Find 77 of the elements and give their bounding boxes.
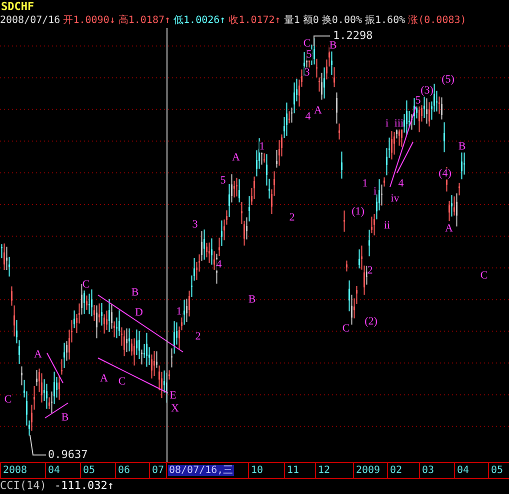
axis-label: 05 — [490, 465, 504, 476]
wave-label: ii — [384, 220, 390, 232]
indicator-name: CCI(14) — [0, 479, 46, 493]
wave-label: (2) — [364, 316, 378, 328]
wave-label: iv — [390, 194, 400, 204]
wave-label: A — [314, 106, 322, 116]
wave-label: 4 — [398, 178, 404, 190]
wave-label: 3 — [192, 220, 198, 230]
indicator-value: -111.032↑ — [54, 479, 114, 493]
axis-label: 02 — [389, 465, 404, 476]
axis-label: 2008 — [2, 465, 28, 476]
wave-label: B — [61, 412, 69, 424]
axis-label: 12 — [317, 465, 332, 476]
wave-label: D — [135, 308, 143, 318]
wave-label: 5 — [415, 96, 421, 106]
axis-label: 11 — [286, 465, 300, 476]
wave-label: (4) — [438, 168, 452, 180]
wave-label: C — [4, 394, 12, 406]
trend-line — [98, 358, 168, 394]
axis-label: 03 — [421, 465, 436, 476]
quote-value: 低1.0026↑ — [174, 14, 226, 28]
symbol-label: SDCHF — [0, 0, 36, 13]
wave-label: E — [170, 390, 176, 402]
wave-label: (1) — [352, 206, 364, 218]
axis-label: 10 — [250, 465, 264, 476]
quote-value: 高1.0187↑ — [118, 14, 171, 28]
leader-line — [30, 434, 46, 456]
wave-label: 4 — [216, 260, 222, 270]
quote-value: 额0 — [302, 14, 319, 28]
quote-value: 收1.0172↑ — [228, 14, 281, 28]
axis-label: 06 — [117, 465, 132, 476]
date-label: 2008/07/16 — [0, 14, 60, 28]
wave-label: B — [131, 288, 139, 298]
axis-label: 07 — [151, 465, 166, 476]
wave-label: B — [329, 40, 337, 52]
wave-label: B — [248, 294, 256, 306]
quote-value: 量1 — [284, 14, 300, 28]
quote-value: 开1.0090↓ — [63, 14, 116, 28]
wave-label: A — [445, 224, 453, 234]
wave-label: C — [118, 376, 126, 388]
wave-label: 4 — [305, 112, 311, 122]
quote-value: 换0.00% — [322, 14, 362, 28]
axis-label: 2009 — [355, 465, 382, 476]
wave-label: A — [232, 152, 240, 164]
wave-label: 2 — [367, 266, 373, 276]
wave-label: 3 — [304, 68, 310, 78]
wave-label: i — [373, 186, 377, 198]
trend-line — [46, 352, 64, 384]
wave-label: 1 — [362, 178, 368, 190]
wave-label: C — [342, 324, 350, 334]
wave-label: (3) — [420, 86, 434, 96]
quote-value: 振1.60% — [365, 14, 406, 28]
wave-label: 1 — [259, 142, 265, 152]
wave-label: C — [480, 270, 488, 282]
price-label: 0.9637 — [48, 449, 88, 460]
selected-date-label: 08/07/16,三 — [168, 465, 234, 476]
axis-label: 04 — [47, 465, 62, 476]
wave-label: A — [34, 350, 42, 360]
wave-label: C — [82, 280, 90, 290]
wave-label: B — [458, 142, 466, 152]
wave-label: 5 — [220, 176, 226, 186]
wave-label: 2 — [195, 332, 201, 342]
quote-value: 涨(0.0083) — [408, 14, 466, 28]
wave-label: C — [303, 38, 311, 50]
price-label: 1.2298 — [333, 30, 373, 41]
wave-label: 1 — [176, 306, 182, 318]
wave-label: 2 — [289, 212, 295, 224]
wave-label: iii — [394, 118, 404, 130]
wave-label: X — [171, 404, 179, 414]
trend-line — [44, 402, 68, 418]
wave-label: (5) — [442, 74, 454, 86]
leader-line — [314, 36, 330, 46]
wave-label: A — [100, 374, 108, 384]
wave-label: 5 — [306, 50, 312, 60]
axis-label: 04 — [456, 465, 470, 476]
wave-label: i — [385, 118, 389, 130]
axis-label: 05 — [82, 465, 96, 476]
